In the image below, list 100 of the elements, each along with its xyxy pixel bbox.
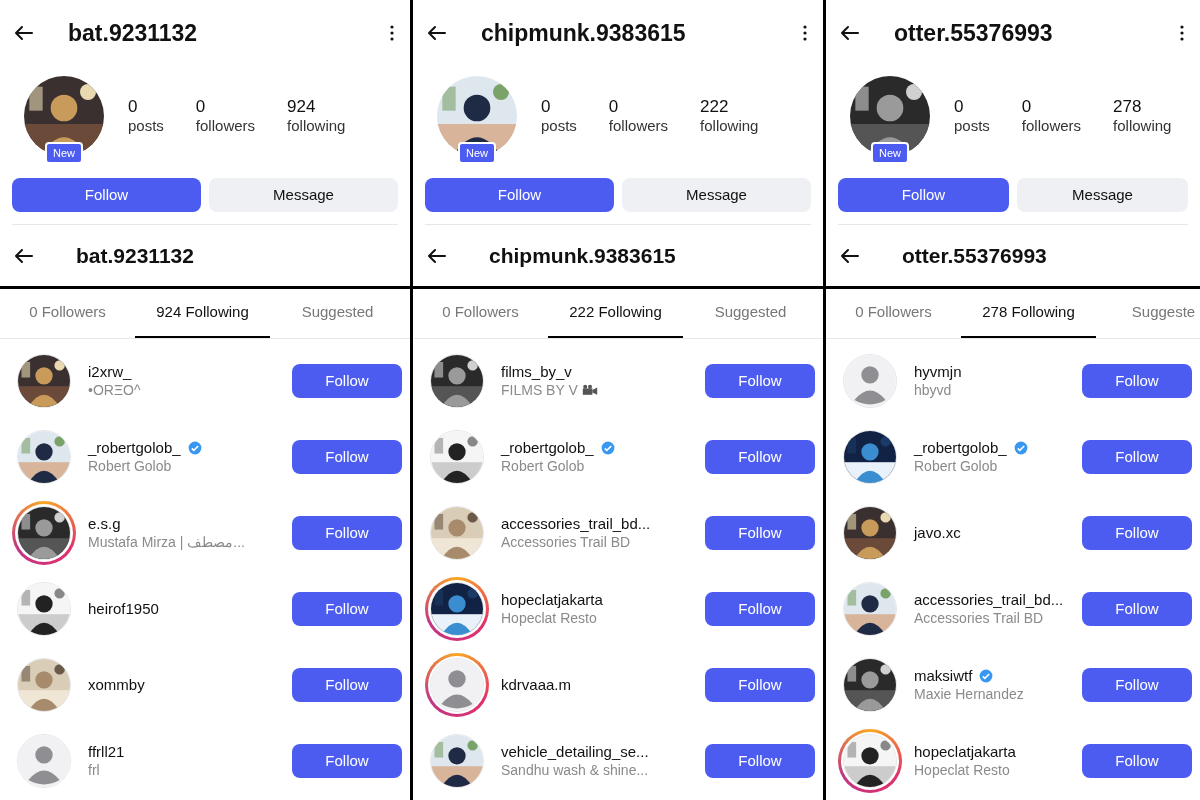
follow-button[interactable]: Follow [705,744,815,778]
user-full-name: frl [88,761,100,780]
follow-button[interactable]: Follow [838,178,1009,212]
stat-count: 222 [700,96,730,118]
stat-label: followers [608,117,669,136]
list-tab[interactable]: 924 Following [135,289,270,338]
user-full-name: Robert Golob [914,457,998,476]
follow-button[interactable]: Follow [292,592,402,626]
avatar-icon [431,659,483,711]
message-button[interactable]: Message [622,178,811,212]
follow-button[interactable]: Follow [292,364,402,398]
follow-button[interactable]: Follow [292,668,402,702]
more-icon[interactable] [390,25,394,41]
list-tab[interactable]: Suggested [270,289,405,338]
user-handle: i2xrw_ [88,362,132,382]
follow-button[interactable]: Follow [292,440,402,474]
user-handle: hopeclatjakarta [914,742,1016,762]
user-full-name: Hopeclat Resto [501,609,597,628]
stat-count: 0 [608,96,620,118]
list-tab[interactable]: 0 Followers [0,289,135,338]
user-handle: javo.xc [914,523,961,543]
profile-username: chipmunk.9383615 [481,18,687,48]
list-tab[interactable]: Suggested [683,289,818,338]
user-handle: accessories_trail_bd... [501,514,651,534]
follow-button[interactable]: Follow [705,364,815,398]
message-button[interactable]: Message [209,178,398,212]
user-handle: heirof1950 [88,599,159,619]
follow-button[interactable]: Follow [12,178,201,212]
avatar-icon [18,735,70,787]
user-handle: hopeclatjakarta [501,590,603,610]
user-handle: vehicle_detailing_se... [501,742,649,762]
user-full-name: Accessories Trail BD [914,609,1044,628]
user-handle: _robertgolob_ [914,438,1007,458]
follow-button[interactable]: Follow [705,516,815,550]
follow-button[interactable]: Follow [292,516,402,550]
more-icon[interactable] [1180,25,1184,41]
list-title: chipmunk.9383615 [489,242,676,269]
list-title: bat.9231132 [76,242,194,269]
stat-label: followers [1021,117,1082,136]
user-full-name: •ORΞO^ [88,381,141,400]
list-tab[interactable]: 278 Following [961,289,1096,338]
stat-count: 924 [287,96,317,118]
verified-icon [599,440,616,457]
message-button[interactable]: Message [1017,178,1188,212]
stat-label: posts [128,117,164,136]
user-handle: films_by_v [501,362,572,382]
follow-button[interactable]: Follow [1082,440,1192,474]
follow-button[interactable]: Follow [292,744,402,778]
follow-button[interactable]: Follow [1082,592,1192,626]
follow-button[interactable]: Follow [705,592,815,626]
stat-count: 0 [541,96,552,118]
verified-icon [186,440,203,457]
list-tab[interactable]: 0 Followers [413,289,548,338]
stat-count: 0 [954,96,965,118]
user-handle: xommby [88,675,145,695]
follow-button[interactable]: Follow [1082,668,1192,702]
user-handle: ffrll21 [88,742,125,762]
user-handle: kdrvaaa.m [501,675,572,695]
follow-button[interactable]: Follow [705,668,815,702]
new-badge: New [458,141,496,164]
film-camera-icon [581,384,598,397]
more-icon[interactable] [803,25,807,41]
user-full-name: Accessories Trail BD [501,533,631,552]
profile-username: otter.55376993 [894,18,1054,48]
stat-label: following [700,117,759,136]
user-handle: accessories_trail_bd... [914,590,1064,610]
user-handle: _robertgolob_ [501,438,594,458]
stat-label: following [1113,117,1172,136]
user-handle: maksiwtf [914,666,973,686]
list-tab[interactable]: 0 Followers [826,289,961,338]
verified-icon [978,668,995,685]
follow-button[interactable]: Follow [1082,744,1192,778]
stat-count: 0 [1021,96,1033,118]
user-full-name: Hopeclat Resto [914,761,1010,780]
new-badge: New [45,141,83,164]
profile-username: bat.9231132 [68,18,199,48]
user-full-name: Sandhu wash & shine... [501,761,649,780]
stat-label: following [287,117,346,136]
user-handle: _robertgolob_ [88,438,181,458]
follow-button[interactable]: Follow [1082,516,1192,550]
follow-button[interactable]: Follow [425,178,614,212]
list-tab[interactable]: Suggeste [1096,289,1200,338]
list-tab[interactable]: 222 Following [548,289,683,338]
avatar-icon [844,355,896,407]
user-full-name: Robert Golob [88,457,172,476]
stat-count: 0 [128,96,139,118]
user-full-name: Robert Golob [501,457,585,476]
user-handle: e.s.g [88,514,121,534]
stat-label: followers [195,117,256,136]
follow-button[interactable]: Follow [705,440,815,474]
user-full-name: hbyvd [914,381,952,400]
user-full-name: FILMS BY V [501,381,578,400]
follow-button[interactable]: Follow [1082,364,1192,398]
user-handle: hyvmjn [914,362,962,382]
stat-count: 0 [195,96,207,118]
verified-icon [1012,440,1029,457]
user-full-name: Maxie Hernandez [914,685,1024,704]
list-title: otter.55376993 [902,242,1047,269]
stat-label: posts [541,117,577,136]
stat-label: posts [954,117,990,136]
